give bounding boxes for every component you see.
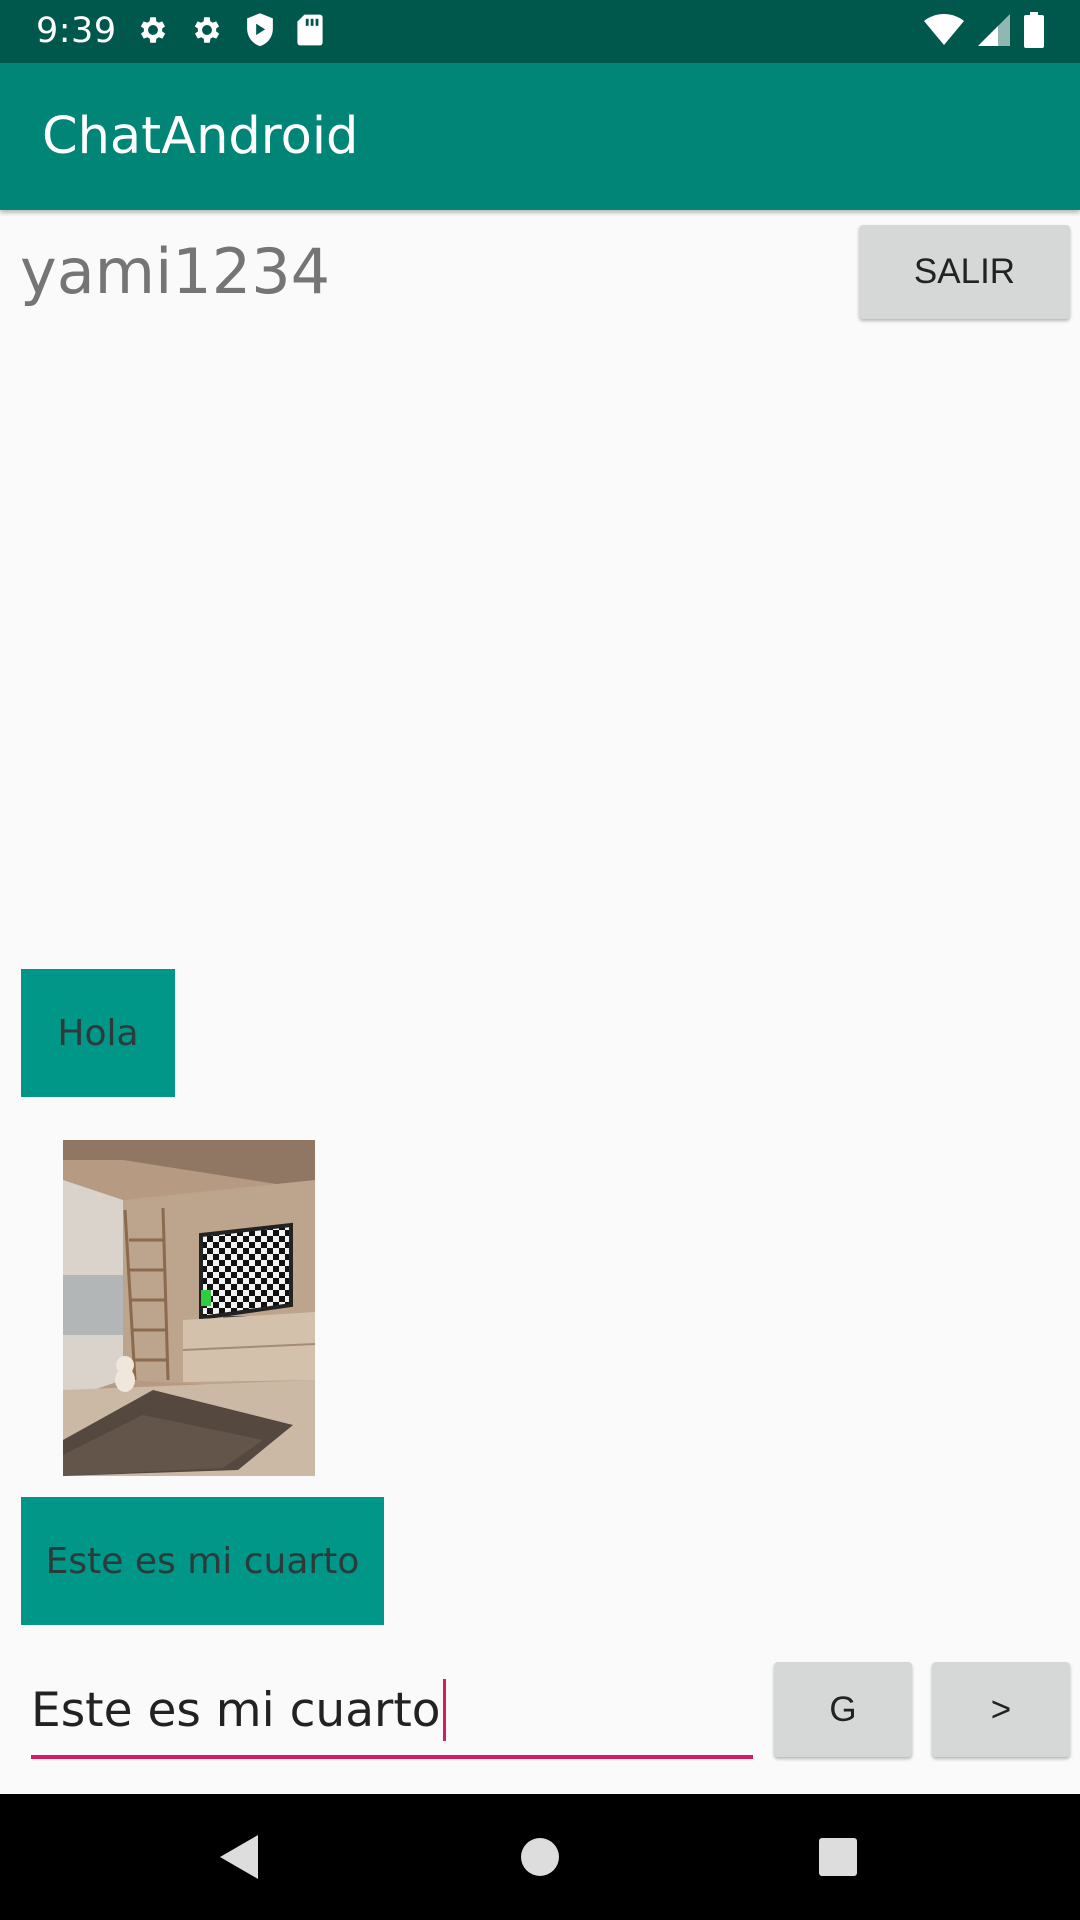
message-text: Hola [57, 1012, 139, 1054]
gallery-button[interactable]: G [774, 1662, 912, 1757]
status-bar: 9:39 [0, 0, 1080, 63]
message-bubble: Hola [21, 969, 175, 1097]
app-bar: ChatAndroid [0, 63, 1080, 210]
home-icon[interactable] [480, 1794, 600, 1920]
gear-icon [136, 13, 170, 51]
message-text: Este es mi cuarto [45, 1540, 360, 1582]
message-input[interactable]: Este es mi cuarto [31, 1665, 753, 1759]
wifi-icon [924, 14, 964, 50]
gear-icon [190, 13, 224, 51]
text-caret [442, 1679, 446, 1741]
sd-card-icon [296, 13, 324, 51]
back-icon[interactable] [180, 1794, 300, 1920]
navigation-bar [0, 1794, 1080, 1920]
message-input-value: Este es mi cuarto [31, 1682, 441, 1738]
message-image[interactable] [63, 1140, 315, 1476]
shield-play-icon [244, 12, 276, 52]
message-bubble: Este es mi cuarto [21, 1497, 384, 1625]
send-button[interactable]: > [932, 1662, 1070, 1757]
username-label: yami1234 [20, 235, 331, 308]
logout-button[interactable]: SALIR [859, 225, 1070, 319]
recents-icon[interactable] [778, 1794, 898, 1920]
signal-icon [978, 14, 1010, 50]
battery-icon [1024, 12, 1044, 52]
status-time: 9:39 [36, 11, 117, 51]
app-title: ChatAndroid [42, 107, 359, 166]
